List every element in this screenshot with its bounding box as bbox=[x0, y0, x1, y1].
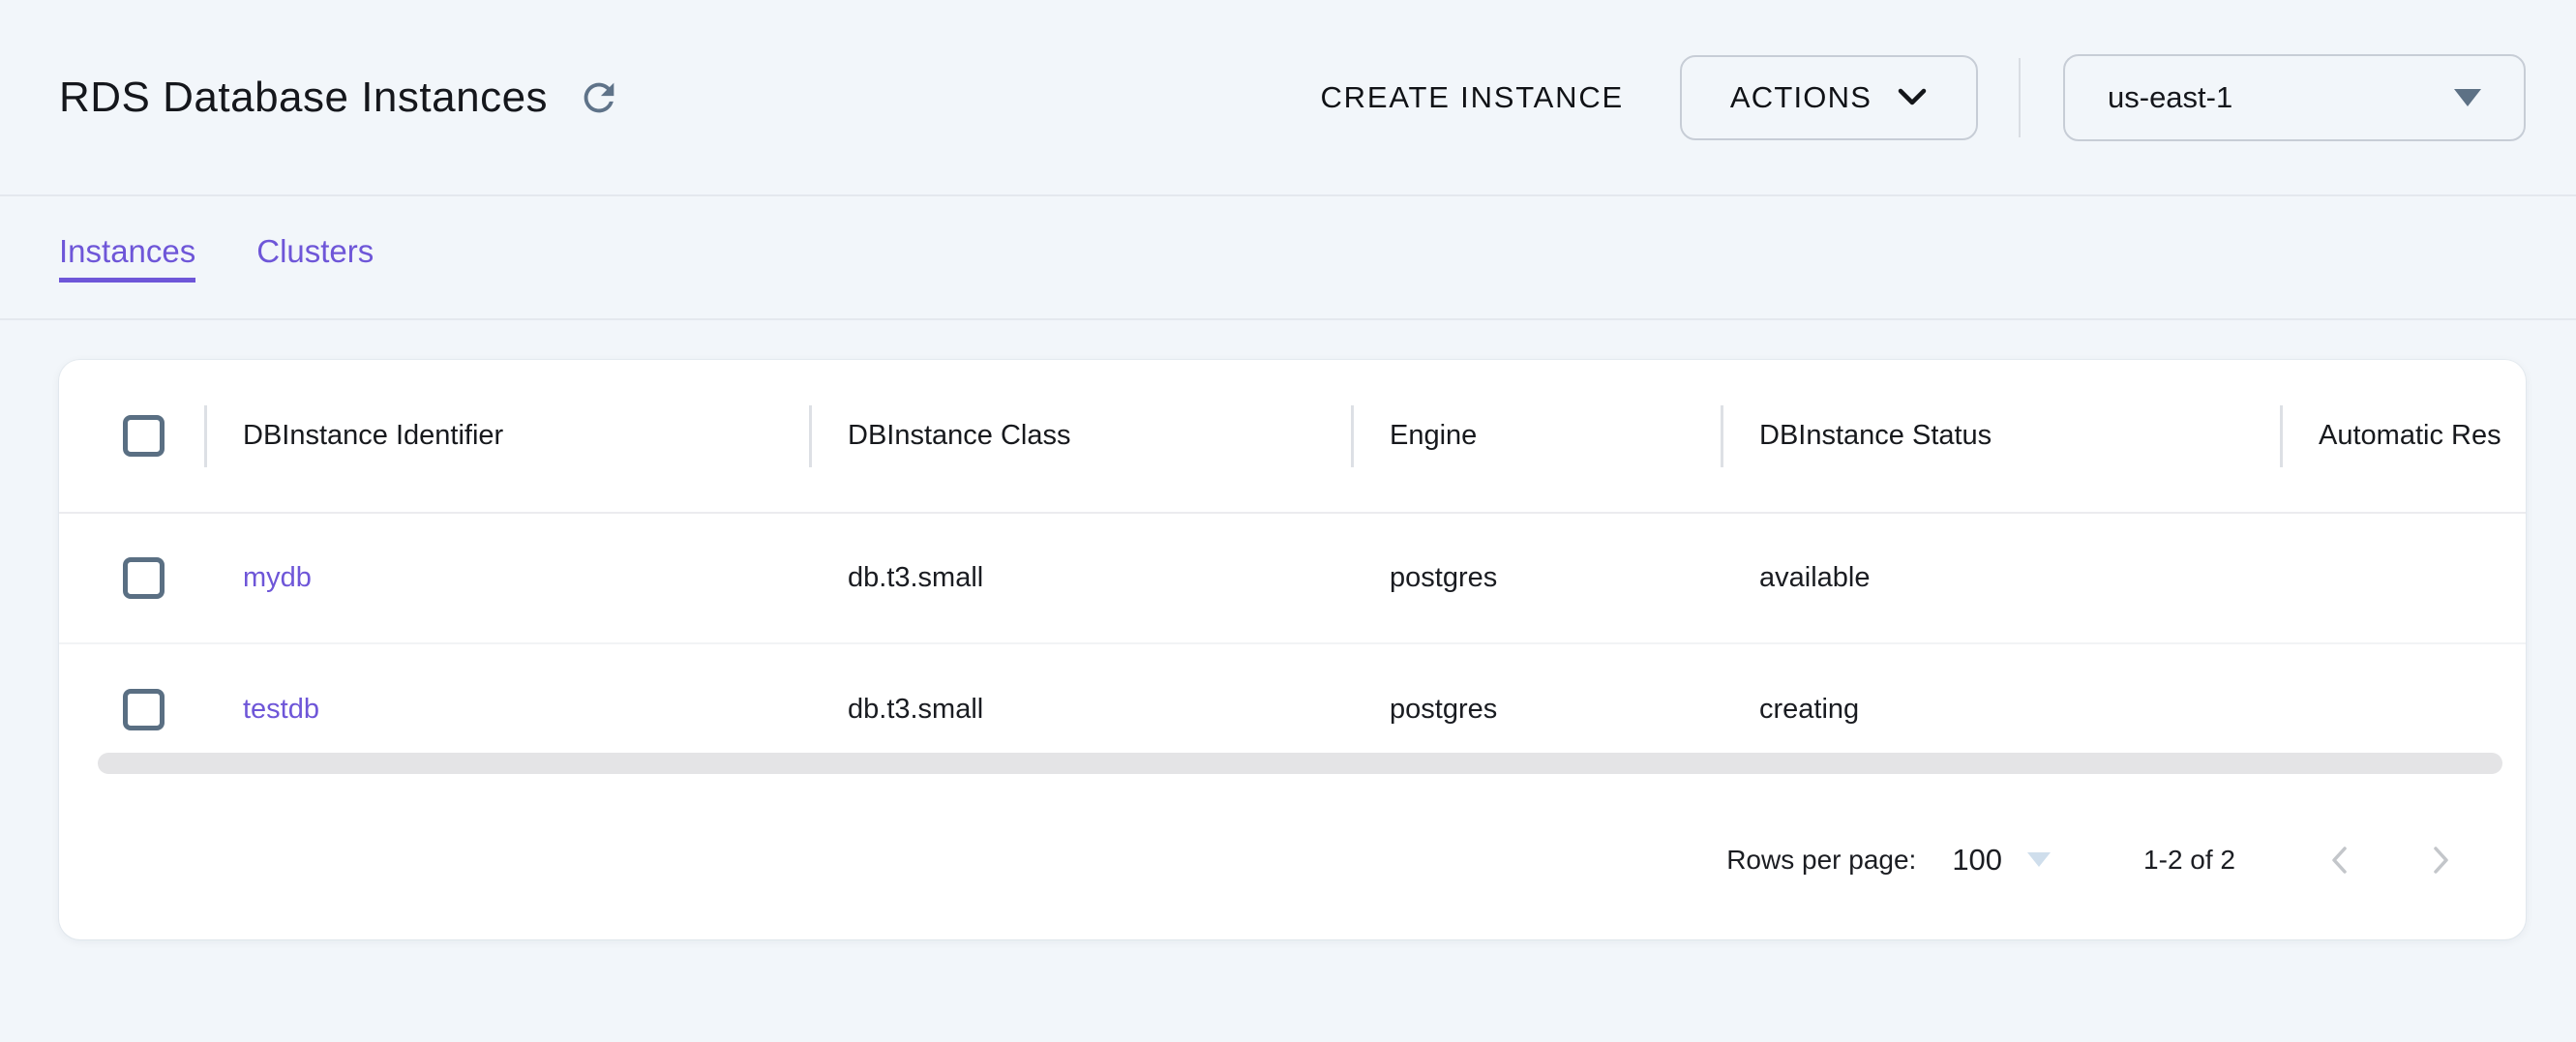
column-header-dbinstance-status: DBInstance Status bbox=[1759, 420, 1992, 451]
row-checkbox[interactable] bbox=[123, 557, 165, 599]
next-page-button[interactable] bbox=[2415, 835, 2466, 885]
dropdown-arrow-icon bbox=[2454, 89, 2481, 106]
dropdown-arrow-icon bbox=[2027, 852, 2051, 867]
column-divider bbox=[809, 405, 812, 467]
column-header-engine: Engine bbox=[1390, 420, 1477, 451]
chevron-left-icon bbox=[2322, 843, 2357, 878]
chevron-down-icon bbox=[1897, 88, 1928, 107]
column-header-dbinstance-class: DBInstance Class bbox=[848, 420, 1071, 451]
table-header-row: DBInstance Identifier DBInstance Class E… bbox=[59, 360, 2526, 513]
column-header-automatic-restart: Automatic Res bbox=[2319, 420, 2501, 451]
pagination: Rows per page: 100 1-2 of 2 bbox=[59, 780, 2526, 939]
actions-button-label: ACTIONS bbox=[1730, 80, 1872, 115]
column-divider bbox=[204, 405, 207, 467]
rows-per-page-select[interactable]: 100 bbox=[1952, 843, 2051, 878]
instances-table: DBInstance Identifier DBInstance Class E… bbox=[59, 360, 2526, 774]
rows-per-page-label: Rows per page: bbox=[1726, 845, 1916, 876]
tabs: Instances Clusters bbox=[0, 196, 2576, 320]
chevron-right-icon bbox=[2423, 843, 2458, 878]
cell-dbinstance-status: available bbox=[1721, 513, 2280, 643]
rows-per-page-value: 100 bbox=[1952, 843, 2002, 878]
tab-instances[interactable]: Instances bbox=[59, 233, 195, 283]
refresh-button[interactable] bbox=[577, 75, 621, 120]
topbar-actions: CREATE INSTANCE ACTIONS us-east-1 bbox=[1321, 54, 2527, 141]
cell-engine: postgres bbox=[1351, 513, 1721, 643]
region-select[interactable]: us-east-1 bbox=[2063, 54, 2526, 141]
cell-dbinstance-class: db.t3.small bbox=[809, 513, 1351, 643]
refresh-icon bbox=[577, 75, 621, 120]
table-scroll-area: DBInstance Identifier DBInstance Class E… bbox=[59, 360, 2526, 776]
instance-identifier-link[interactable]: testdb bbox=[243, 694, 319, 725]
create-instance-button[interactable]: CREATE INSTANCE bbox=[1321, 80, 1625, 115]
tab-clusters[interactable]: Clusters bbox=[256, 233, 374, 283]
column-divider bbox=[2280, 405, 2283, 467]
instance-identifier-link[interactable]: mydb bbox=[243, 562, 312, 593]
previous-page-button[interactable] bbox=[2315, 835, 2365, 885]
region-select-value: us-east-1 bbox=[2108, 80, 2232, 115]
row-checkbox[interactable] bbox=[123, 689, 165, 730]
pagination-range: 1-2 of 2 bbox=[2143, 845, 2235, 876]
column-header-dbinstance-identifier: DBInstance Identifier bbox=[243, 420, 503, 451]
page: RDS Database Instances CREATE INSTANCE A… bbox=[0, 0, 2576, 1042]
main-content: DBInstance Identifier DBInstance Class E… bbox=[0, 320, 2576, 939]
column-divider bbox=[1721, 405, 1723, 467]
topbar: RDS Database Instances CREATE INSTANCE A… bbox=[0, 0, 2576, 196]
actions-button[interactable]: ACTIONS bbox=[1680, 55, 1978, 140]
toolbar-divider bbox=[2019, 58, 2021, 137]
column-divider bbox=[1351, 405, 1354, 467]
select-all-checkbox[interactable] bbox=[123, 415, 165, 457]
table-row: mydb db.t3.small postgres available bbox=[59, 513, 2526, 643]
instances-table-card: DBInstance Identifier DBInstance Class E… bbox=[59, 360, 2526, 939]
horizontal-scrollbar[interactable] bbox=[98, 753, 2502, 774]
page-title: RDS Database Instances bbox=[59, 74, 548, 122]
